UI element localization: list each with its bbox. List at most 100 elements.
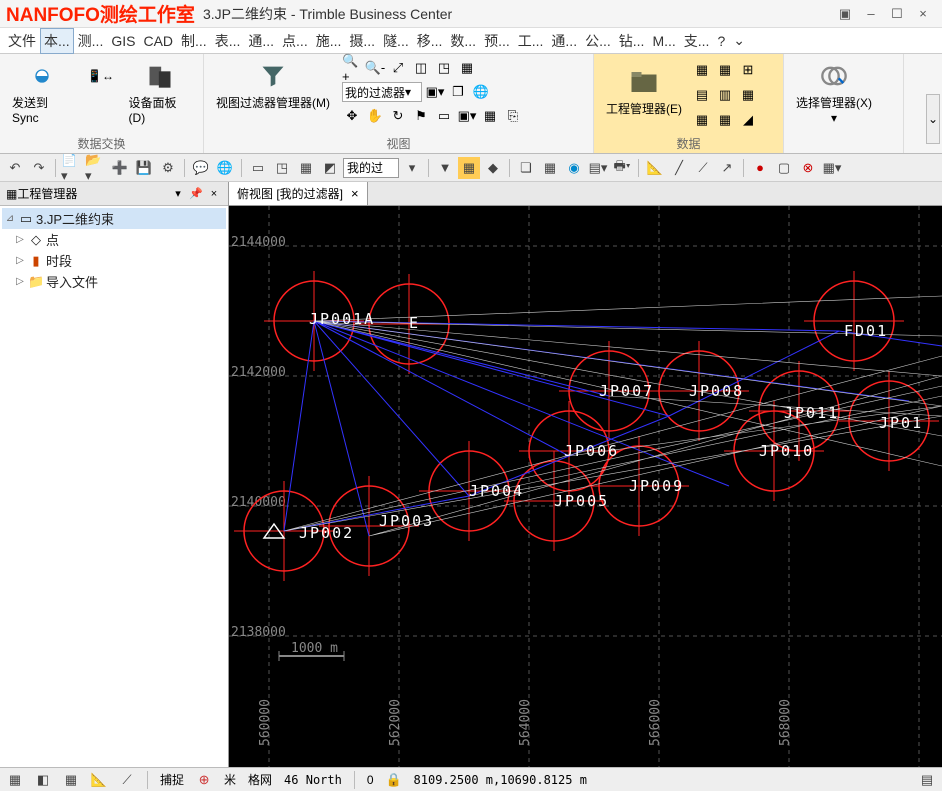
d3-icon[interactable]: ⊞ (738, 60, 758, 80)
tree-root[interactable]: ⊿▭3.JP二维约束 (2, 208, 226, 229)
sb-end-icon[interactable]: ▤ (916, 769, 938, 791)
settings-icon[interactable]: ⚙ (157, 157, 179, 179)
new-icon[interactable]: 📄▾ (61, 157, 83, 179)
menu-7[interactable]: 通... (244, 28, 278, 54)
t7-icon[interactable]: ▾ (401, 157, 423, 179)
undo-icon[interactable]: ↶ (4, 157, 26, 179)
d9-icon[interactable]: ◢ (738, 110, 758, 130)
m2-icon[interactable]: ╱ (668, 157, 690, 179)
rect-icon[interactable]: ▭ (434, 106, 454, 126)
filter-dropdown[interactable]: 我的过滤器 ▾ (342, 82, 422, 102)
d7-icon[interactable]: ▦ (692, 110, 712, 130)
menu-17[interactable]: 公... (581, 28, 615, 54)
menu-help[interactable]: ? (713, 30, 729, 52)
zoom-extent-icon[interactable]: ⤢ (388, 58, 408, 78)
m1-icon[interactable]: 📐 (644, 157, 666, 179)
menu-14[interactable]: 预... (480, 28, 514, 54)
cube2-icon[interactable]: ▣▾ (457, 106, 477, 126)
box-icon[interactable]: ▣▾ (425, 82, 445, 102)
sb-snap-icon[interactable]: ⊕ (193, 769, 215, 791)
device-button[interactable]: 📱↔ (79, 58, 123, 96)
d1-icon[interactable]: ▦ (692, 60, 712, 80)
maximize-icon[interactable]: ☐ (884, 3, 910, 25)
zoom-out-icon[interactable]: 🔍- (365, 58, 385, 78)
sidebar-options-icon[interactable]: ▾ (170, 186, 186, 202)
m3-icon[interactable]: ⟋ (692, 157, 714, 179)
redo-icon[interactable]: ↷ (28, 157, 50, 179)
menu-13[interactable]: 数... (446, 28, 480, 54)
t6-icon[interactable]: ◩ (319, 157, 341, 179)
close-icon[interactable]: × (910, 3, 936, 25)
t9-icon[interactable]: ◆ (482, 157, 504, 179)
d2-icon[interactable]: ▦ (715, 60, 735, 80)
t5-icon[interactable]: ▦ (295, 157, 317, 179)
t11-icon[interactable]: ◉ (563, 157, 585, 179)
sidebar-close-icon[interactable]: × (206, 186, 222, 202)
menu-dropdown-icon[interactable]: ⌄ (729, 29, 749, 52)
m4-icon[interactable]: ↗ (716, 157, 738, 179)
d4-icon[interactable]: ▤ (692, 85, 712, 105)
view-icon[interactable]: ▦ (457, 58, 477, 78)
cube3-icon[interactable]: ▦ (480, 106, 500, 126)
flag-icon[interactable]: ⚑ (411, 106, 431, 126)
hand-icon[interactable]: ✋ (365, 106, 385, 126)
menu-9[interactable]: 施... (312, 28, 346, 54)
d8-icon[interactable]: ▦ (715, 110, 735, 130)
t3-icon[interactable]: ▭ (247, 157, 269, 179)
stop-icon[interactable]: ▢ (773, 157, 795, 179)
menu-gis[interactable]: GIS (107, 30, 139, 52)
layer-icon[interactable]: ❐ (448, 82, 468, 102)
layers-icon[interactable]: ❏ (515, 157, 537, 179)
tree-sessions[interactable]: ▷▮时段 (2, 250, 226, 271)
zoom-window-icon[interactable]: ◫ (411, 58, 431, 78)
zoom-in-icon[interactable]: 🔍+ (342, 58, 362, 78)
tab-close-icon[interactable]: × (351, 186, 359, 201)
t2-icon[interactable]: 🌐 (214, 157, 236, 179)
sb-i4-icon[interactable]: 📐 (88, 769, 110, 791)
play-icon[interactable]: ▦▾ (821, 157, 843, 179)
t8-icon[interactable]: ▦ (458, 157, 480, 179)
record-icon[interactable]: ● (749, 157, 771, 179)
toolbar-filter-dropdown[interactable]: 我的过 (343, 158, 399, 178)
selection-manager-button[interactable]: 选择管理器(X)▾ (790, 58, 878, 127)
copy-icon[interactable]: ⎘ (503, 106, 523, 126)
menu-8[interactable]: 点... (278, 28, 312, 54)
menu-cad[interactable]: CAD (139, 30, 177, 52)
t4-icon[interactable]: ◳ (271, 157, 293, 179)
menu-11[interactable]: 隧... (379, 28, 413, 54)
menu-5[interactable]: 制... (177, 28, 211, 54)
viewport-canvas[interactable]: 2144000 2142000 2140000 2138000 560000 5… (229, 206, 942, 767)
status-snap[interactable]: 捕捉 (157, 771, 187, 788)
sidebar-pin-icon[interactable]: 📌 (188, 186, 204, 202)
menu-18[interactable]: 钻... (615, 28, 649, 54)
tree-points[interactable]: ▷◇点 (2, 229, 226, 250)
t1-icon[interactable]: 💬 (190, 157, 212, 179)
project-manager-button[interactable]: 工程管理器(E) (600, 64, 688, 119)
orbit-icon[interactable]: ↻ (388, 106, 408, 126)
globe-icon[interactable]: 🌐 (471, 82, 491, 102)
t10-icon[interactable]: ▦ (539, 157, 561, 179)
save-icon[interactable]: 💾 (133, 157, 155, 179)
sb-i5-icon[interactable]: ⟋ (116, 769, 138, 791)
pan-icon[interactable]: ✥ (342, 106, 362, 126)
t12-icon[interactable]: ▤▾ (587, 157, 609, 179)
sb-lock-icon[interactable]: 🔒 (383, 769, 405, 791)
menu-19[interactable]: M... (648, 30, 679, 52)
add-icon[interactable]: ➕ (109, 157, 131, 179)
menu-survey[interactable]: 测... (74, 28, 108, 54)
cube-icon[interactable]: ◳ (434, 58, 454, 78)
menu-6[interactable]: 表... (211, 28, 245, 54)
tab-planview[interactable]: 俯视图 [我的过滤器] × (229, 182, 368, 205)
ribbon-expand-icon[interactable]: ⌄ (926, 94, 940, 144)
viewport[interactable]: 2144000 2142000 2140000 2138000 560000 5… (229, 206, 942, 767)
menu-20[interactable]: 支... (680, 28, 714, 54)
project-tree[interactable]: ⊿▭3.JP二维约束 ▷◇点 ▷▮时段 ▷📁导入文件 (0, 206, 228, 767)
sb-i2-icon[interactable]: ◧ (32, 769, 54, 791)
menu-file[interactable]: 文件 (4, 28, 40, 54)
menu-10[interactable]: 摄... (345, 28, 379, 54)
d6-icon[interactable]: ▦ (738, 85, 758, 105)
menu-16[interactable]: 通... (547, 28, 581, 54)
delete-icon[interactable]: ⊗ (797, 157, 819, 179)
funnel-icon[interactable]: ▼ (434, 157, 456, 179)
minimize-icon[interactable]: – (858, 3, 884, 25)
